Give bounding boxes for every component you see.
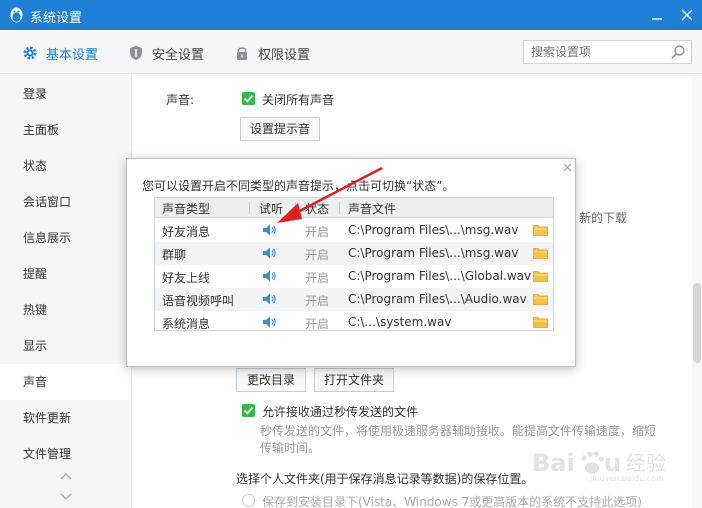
svg-text:经验: 经验 [626,451,666,475]
column-separator [295,202,296,214]
settings-tab-bar: 基本设置 安全设置 权限设置 [0,30,702,74]
minimize-button[interactable] [646,4,668,26]
title-bar: 系统设置 [0,0,702,30]
sound-type-cell: 好友消息 [162,225,211,239]
table-row[interactable]: 系统消息 开启 C:\...\system.wav [155,311,553,334]
folder-section-label: 选择个人文件夹(用于保存消息记录等数据)的保存位置。 [236,472,534,486]
search-input[interactable] [524,41,664,63]
sound-file-cell: C:\Program Files\...\msg.wav [348,246,519,260]
save-install-dir-radio[interactable] [242,494,255,507]
sound-file-cell: C:\Program Files\...\Audio.wav [348,292,527,306]
tab-permission-settings[interactable]: 权限设置 [234,43,310,63]
sidebar-item-info-display[interactable]: 信息展示 [0,220,131,256]
gear-icon [23,46,37,60]
speaker-icon[interactable] [262,292,276,306]
folder-icon[interactable] [533,247,548,259]
sidebar-item-status[interactable]: 状态 [0,148,131,184]
sound-label: 声音: [166,93,195,107]
sidebar-item-login[interactable]: 登录 [0,76,131,112]
sound-types-dialog: 您可以设置开启不同类型的声音提示，点击可切换“状态”。 声音类型 试听 状态 声… [126,158,576,367]
table-header: 声音类型 试听 状态 声音文件 [155,198,553,218]
sound-file-cell: C:\...\system.wav [348,315,452,329]
folder-icon[interactable] [533,270,548,282]
tab-security-settings[interactable]: 安全设置 [128,43,204,63]
speaker-icon[interactable] [262,223,276,237]
change-directory-button[interactable]: 更改目录 [236,368,306,392]
status-toggle[interactable]: 开启 [305,315,329,332]
status-toggle[interactable]: 开启 [305,292,329,309]
sound-type-cell: 系统消息 [162,317,211,331]
download-hint-text: 新的下载 [579,211,628,225]
svg-text:jingyan.baidu.com: jingyan.baidu.com [589,474,664,482]
speaker-icon[interactable] [262,315,276,329]
table-row[interactable]: 语音视频呼叫 开启 C:\Program Files\...\Audio.wav [155,288,553,311]
sidebar-item-display[interactable]: 显示 [0,328,131,364]
mute-all-label: 关闭所有声音 [262,93,335,107]
column-separator [249,202,250,214]
sound-type-cell: 语音视频呼叫 [162,294,235,308]
shield-icon [130,46,142,60]
sound-file-cell: C:\Program Files\...\Global.wav [348,269,532,283]
sidebar-item-reminder[interactable]: 提醒 [0,256,131,292]
window-title: 系统设置 [30,11,83,26]
sidebar-item-software-update[interactable]: 软件更新 [0,400,131,436]
checkmark-icon [243,406,254,415]
dialog-description: 您可以设置开启不同类型的声音提示，点击可切换“状态”。 [142,179,455,193]
column-header-preview: 试听 [259,202,284,216]
column-header-sound-file: 声音文件 [348,202,397,216]
settings-sidebar: 登录 主面板 状态 会话窗口 信息展示 提醒 热键 显示 声音 软件更新 文件管… [0,75,132,508]
allow-receive-checkbox[interactable] [242,404,255,417]
chevron-down-icon[interactable] [60,493,72,501]
open-folder-button[interactable]: 打开文件夹 [314,368,394,392]
checkmark-icon [243,94,254,103]
column-separator [339,202,340,214]
chevron-up-icon[interactable] [60,472,72,480]
sidebar-item-sound[interactable]: 声音 [0,364,131,400]
close-icon [681,9,693,21]
scrollbar-thumb[interactable] [693,283,701,363]
table-row[interactable]: 好友消息 开启 C:\Program Files\...\msg.wav [155,219,553,242]
close-button[interactable] [676,4,698,26]
svg-text:u: u [604,449,621,477]
speaker-icon[interactable] [262,269,276,283]
set-tone-button[interactable]: 设置提示音 [240,117,320,141]
search-box[interactable] [523,40,692,64]
sidebar-item-file-management[interactable]: 文件管理 [0,436,131,472]
folder-icon[interactable] [533,224,548,236]
folder-icon[interactable] [533,316,548,328]
lock-icon [237,47,247,60]
sidebar-item-main-panel[interactable]: 主面板 [0,112,131,148]
tab-label: 权限设置 [258,47,311,63]
minimize-icon [652,18,662,20]
status-toggle[interactable]: 开启 [305,223,329,240]
table-row[interactable]: 好友上线 开启 C:\Program Files\...\Global.wav [155,265,553,288]
status-toggle[interactable]: 开启 [305,246,329,263]
baidu-watermark-logo: Bai u 经验 jingyan.baidu.com [532,449,666,482]
dialog-close-button[interactable] [560,162,574,176]
sound-type-cell: 群聊 [162,248,187,262]
close-icon [563,163,571,172]
table-row[interactable]: 群聊 开启 C:\Program Files\...\msg.wav [155,242,553,265]
penguin-logo-icon [10,7,23,23]
column-header-status: 状态 [305,202,330,216]
folder-icon[interactable] [533,293,548,305]
search-icon[interactable] [670,44,686,60]
sound-file-cell: C:\Program Files\...\msg.wav [348,223,519,237]
column-header-sound-type: 声音类型 [162,202,211,216]
svg-text:Bai: Bai [532,449,575,477]
speaker-icon[interactable] [262,246,276,260]
mute-all-checkbox[interactable] [242,92,255,105]
sound-type-cell: 好友上线 [162,271,211,285]
tab-label: 安全设置 [152,47,205,63]
sidebar-item-hotkeys[interactable]: 热键 [0,292,131,328]
sound-types-table: 声音类型 试听 状态 声音文件 好友消息 开启 C:\Program Files… [154,197,554,331]
tab-label: 基本设置 [46,47,99,63]
allow-receive-label: 允许接收通过秒传发送的文件 [262,405,419,419]
save-install-dir-label: 保存到安装目录下(Vista、Windows 7或更高版本的系统不支持此选项) [262,495,642,508]
sidebar-item-chat-window[interactable]: 会话窗口 [0,184,131,220]
status-toggle[interactable]: 开启 [305,269,329,286]
tab-basic-settings[interactable]: 基本设置 [22,43,98,63]
